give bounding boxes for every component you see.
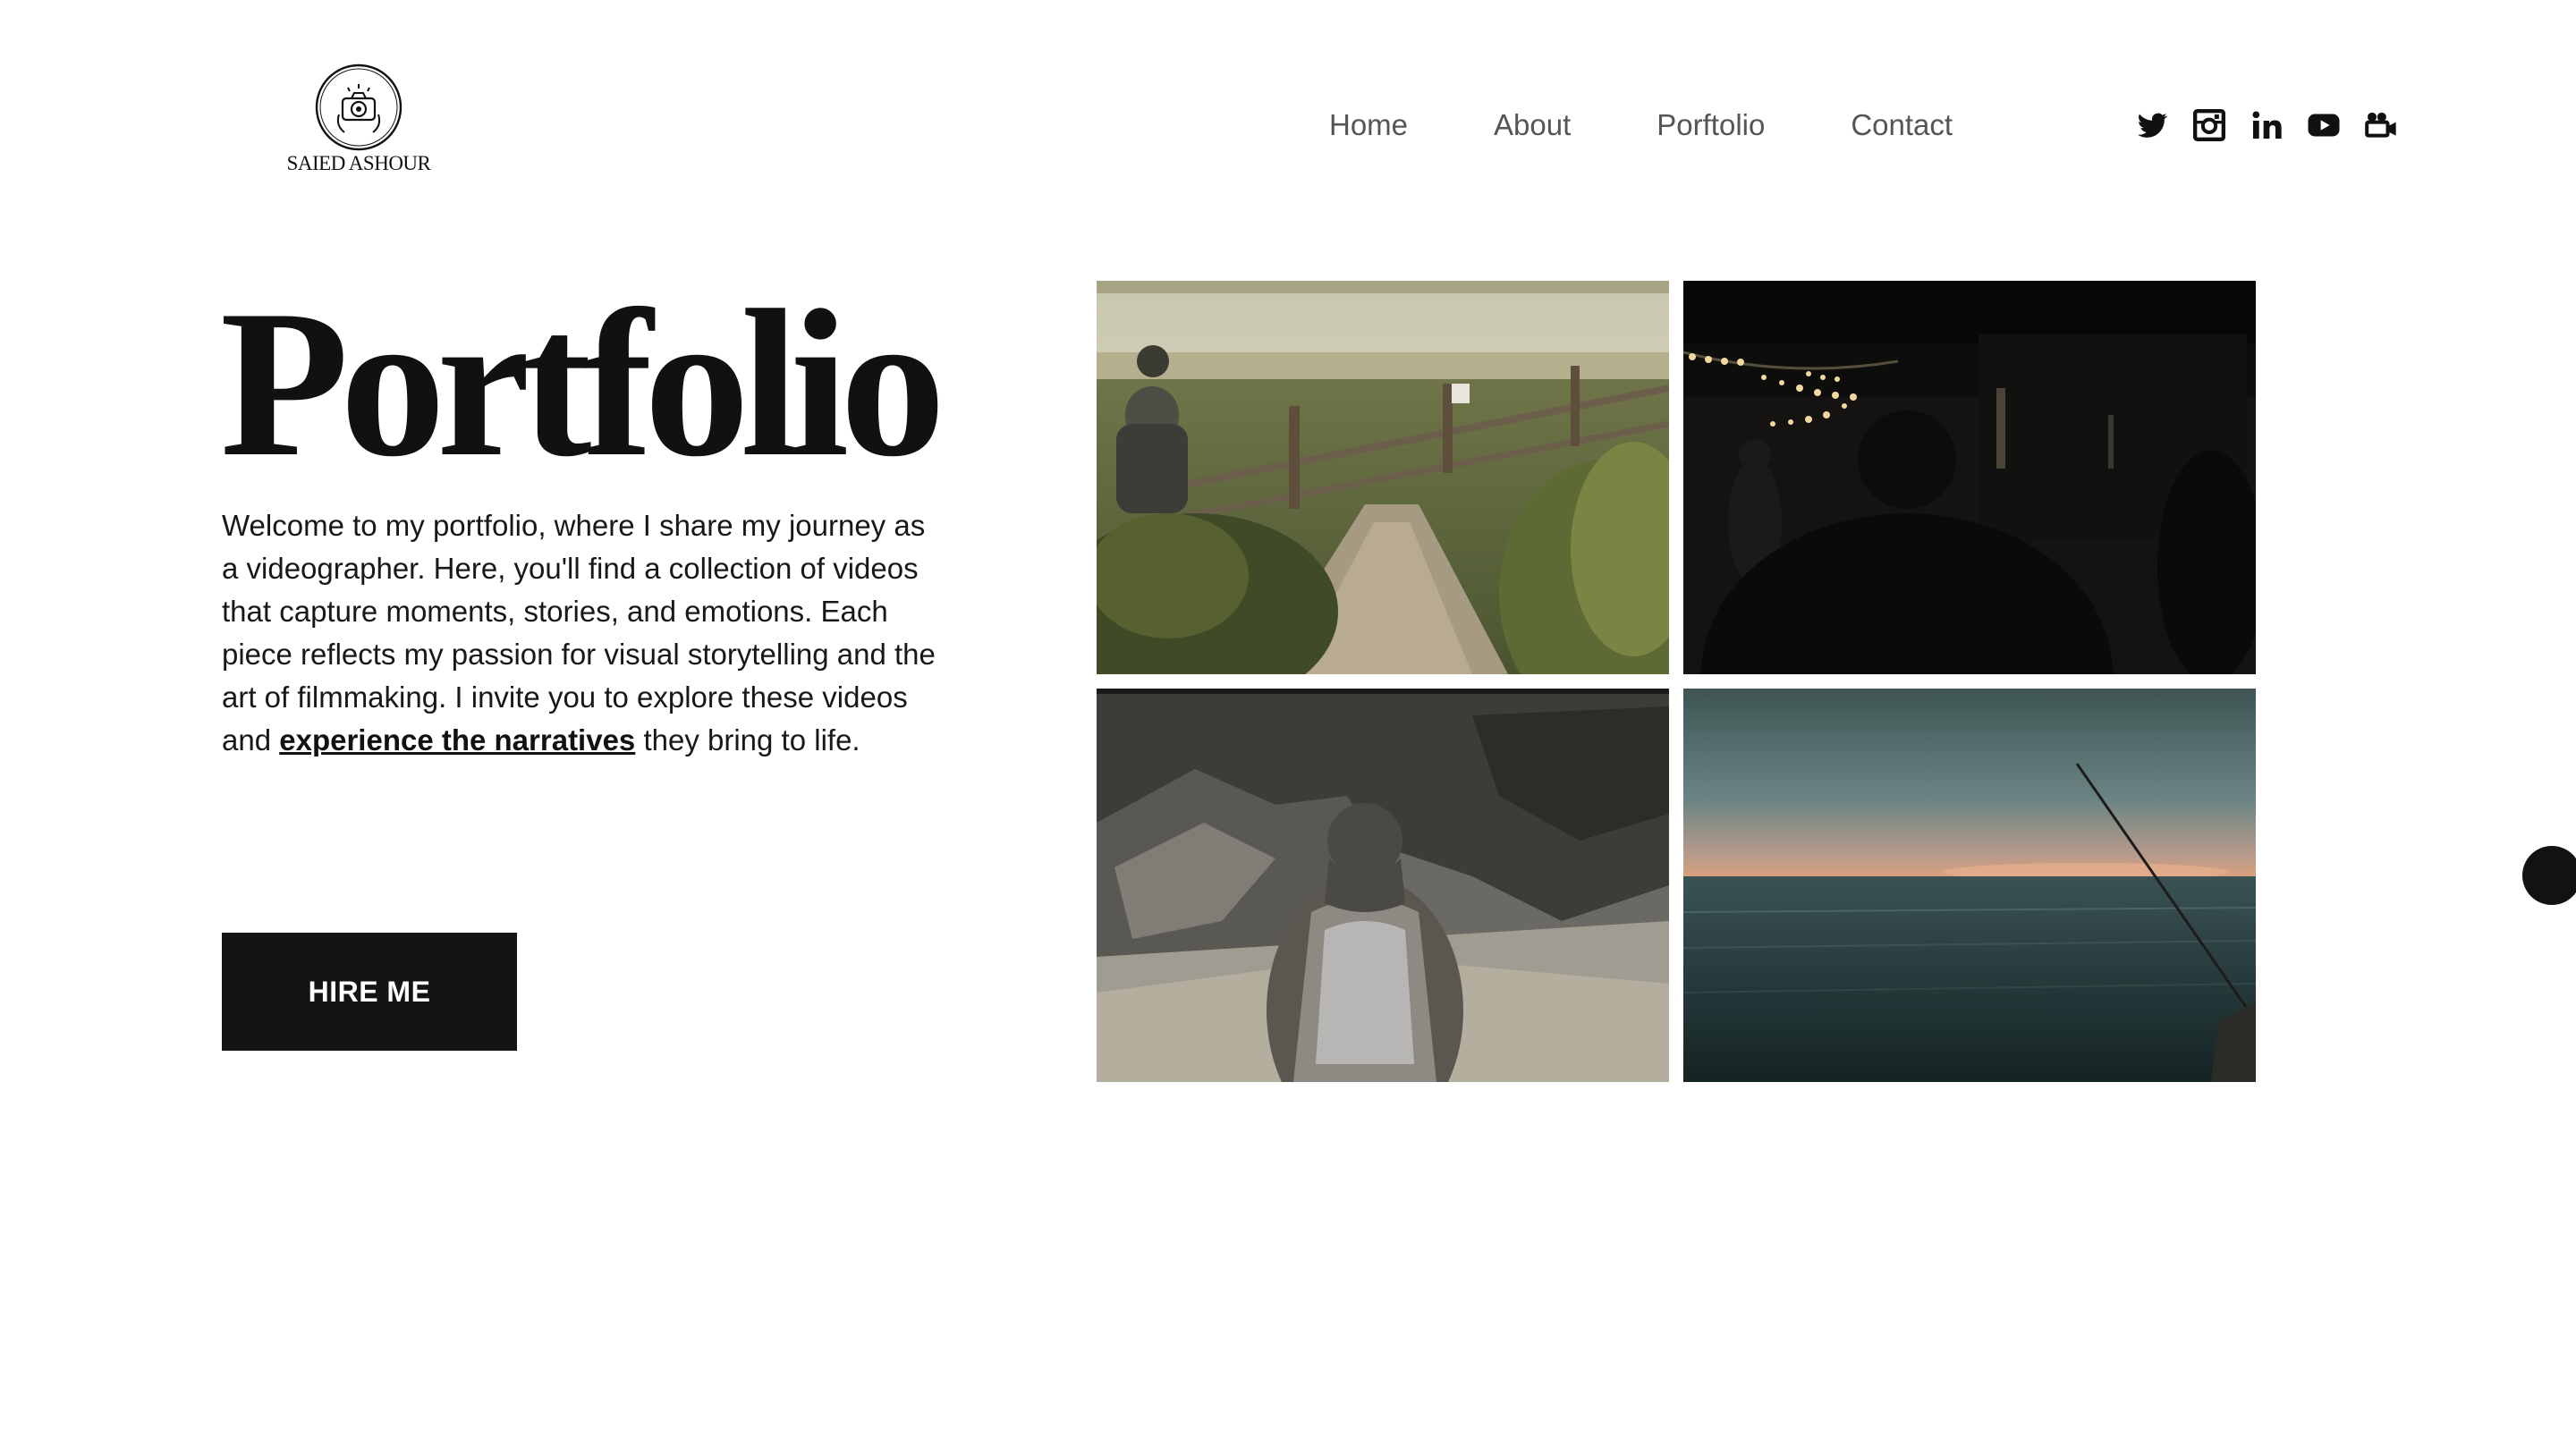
gallery-tile-night-lights[interactable]: [1683, 281, 2256, 674]
intro-paragraph: Welcome to my portfolio, where I share m…: [222, 504, 937, 762]
camera-logo-icon: [315, 63, 402, 151]
nav-portfolio[interactable]: Porftolio: [1657, 106, 1765, 145]
night-lights-image: [1683, 281, 2256, 674]
intro-text-start: Welcome to my portfolio, where I share m…: [222, 509, 936, 757]
social-links: [2134, 107, 2399, 143]
ocean-sunset-image: [1683, 689, 2256, 1082]
gallery-tile-coastal-trail[interactable]: [1097, 281, 1669, 674]
hire-me-button[interactable]: HIRE ME: [222, 933, 517, 1051]
main-nav: Home About Porftolio Contact: [1329, 106, 1953, 145]
nav-home[interactable]: Home: [1329, 106, 1408, 145]
instagram-icon[interactable]: [2191, 107, 2227, 143]
experience-narratives-link[interactable]: experience the narratives: [279, 723, 635, 757]
page-title: Portfolio: [220, 267, 945, 501]
floating-action-button[interactable]: [2522, 846, 2576, 905]
video-camera-icon[interactable]: [2363, 107, 2399, 143]
twitter-icon[interactable]: [2134, 107, 2170, 143]
nav-contact[interactable]: Contact: [1851, 106, 1953, 145]
brand-logo[interactable]: SAIED ASHOUR: [284, 61, 433, 186]
coastal-trail-image: [1097, 281, 1669, 674]
intro-text-end: they bring to life.: [635, 723, 860, 757]
gallery-tile-ocean-sunset[interactable]: [1683, 689, 2256, 1082]
nav-about[interactable]: About: [1494, 106, 1571, 145]
gallery-tile-beach-rocks[interactable]: [1097, 689, 1669, 1082]
brand-name: SAIED ASHOUR: [286, 152, 431, 174]
linkedin-icon[interactable]: [2249, 107, 2284, 143]
youtube-icon[interactable]: [2306, 107, 2342, 143]
beach-rocks-image: [1097, 689, 1669, 1082]
